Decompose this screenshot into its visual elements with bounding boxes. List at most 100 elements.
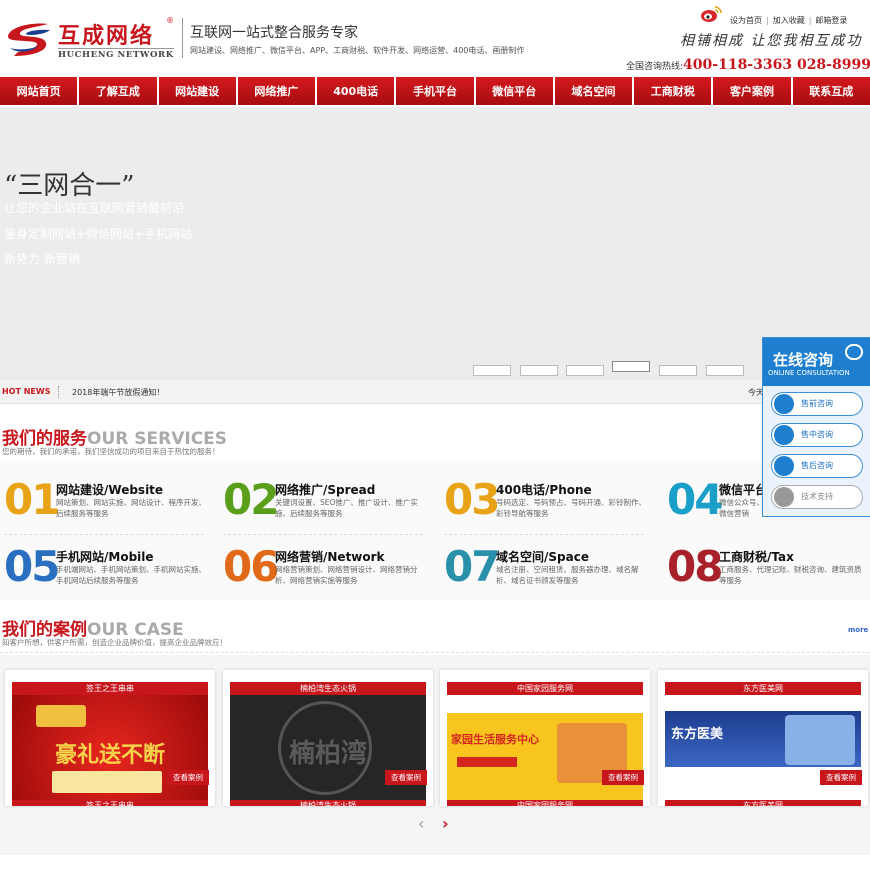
- view-case-button[interactable]: 查看案例: [385, 770, 427, 785]
- case-card[interactable]: 签王之王串串 豪礼送不断 查看案例 签王之王串串: [5, 670, 215, 806]
- presale-consult-button[interactable]: 售前咨询: [771, 392, 863, 416]
- add-favorite-link[interactable]: 加入收藏: [769, 16, 809, 25]
- news-separator: [58, 386, 59, 398]
- divider: [223, 534, 423, 535]
- hero-banner[interactable]: “三网合一” 让您的企业站在互联网营销最前沿 量身定制网站+微信网站+手机网站 …: [0, 107, 870, 380]
- banner-line-1: 让您的企业站在互联网营销最前沿: [4, 201, 185, 215]
- thumb-photo-shape: [785, 715, 855, 765]
- case-card[interactable]: 楠柏湾生态火锅 楠柏湾 查看案例 楠柏湾生态火锅: [223, 670, 433, 806]
- registered-mark: ®: [166, 16, 174, 25]
- thumb-price-shape: [52, 771, 162, 793]
- slide-dot-2[interactable]: [520, 365, 558, 376]
- nav-item-tax[interactable]: 工商财税: [634, 77, 712, 105]
- page: 互成网络 ® HUCHENG NETWORK 互联网一站式整合服务专家 网站建设…: [0, 0, 870, 870]
- case-subtitle: 知客户所想，供客户所需，创造企业品牌价值，提高企业品牌效应！: [2, 638, 227, 647]
- slogan-subtext: 网站建设、网络推广、微信平台、APP、工商财税、软件开发、网络运营、400电话、…: [190, 46, 525, 55]
- slogan: 互联网一站式整合服务专家: [190, 25, 358, 41]
- email-login-link[interactable]: 邮箱登录: [811, 16, 851, 25]
- case-card-title: 中国家园服务网: [447, 682, 643, 695]
- case-card-title: 东方医美网: [665, 682, 861, 695]
- service-item-website[interactable]: 01 网站建设/Website 网站策划、网站实施、网站设计、程序开发、后续服务…: [4, 475, 214, 531]
- service-desc: 域名注册、空间租赁、服务器办理、域名解析、域名证书颁发等服务: [496, 565, 639, 585]
- service-number: 07: [444, 542, 500, 591]
- weibo-icon[interactable]: [700, 5, 722, 23]
- service-number: 08: [667, 542, 723, 591]
- divider: [0, 652, 870, 653]
- service-desc: 关键词设置、SEO推广、推广设计、推广实施、后续服务等服务: [275, 498, 418, 518]
- nav-item-website[interactable]: 网站建设: [158, 77, 236, 105]
- next-arrow-icon[interactable]: ›: [442, 814, 449, 833]
- service-title: 网络推广/Spread: [275, 483, 376, 497]
- slide-dot-5[interactable]: [659, 365, 697, 376]
- consult-header: 在线咨询 ONLINE CONSULTATION: [763, 338, 870, 386]
- thumb-logo-shape: [36, 705, 86, 727]
- nav-item-mobile[interactable]: 手机平台: [396, 77, 474, 105]
- service-item-mobile[interactable]: 05 手机网站/Mobile 手机端网站、手机网站策划、手机网站实施、手机网站后…: [4, 542, 214, 598]
- nav-item-wechat[interactable]: 微信平台: [475, 77, 553, 105]
- service-item-wechat[interactable]: 04 微信平台 微信公众号、微信营销: [667, 475, 767, 531]
- logo-english: HUCHENG NETWORK: [58, 48, 174, 60]
- nav-item-cases[interactable]: 客户案例: [713, 77, 791, 105]
- set-homepage-link[interactable]: 设为首页: [726, 16, 766, 25]
- service-number: 06: [223, 542, 279, 591]
- logo-text: 互成网络: [58, 23, 155, 49]
- insale-consult-button[interactable]: 售中咨询: [771, 423, 863, 447]
- consult-title: 在线咨询: [773, 351, 834, 369]
- case-card-title: 签王之王串串: [12, 682, 208, 695]
- slide-dot-4-active[interactable]: [612, 361, 650, 372]
- chat-icon: [774, 425, 794, 445]
- service-item-space[interactable]: 07 域名空间/Space 域名注册、空间租赁、服务器办理、域名解析、域名证书颁…: [444, 542, 654, 598]
- service-title: 网络营销/Network: [275, 550, 385, 564]
- service-desc: 手机端网站、手机网站策划、手机网站实施、手机网站后续服务等服务: [56, 565, 206, 585]
- service-item-spread[interactable]: 02 网络推广/Spread 关键词设置、SEO推广、推广设计、推广实施、后续服…: [223, 475, 433, 531]
- services-subtitle: 您的期待，我们的承诺，我们坚信成功的项目来自于热忱的服务！: [2, 447, 220, 456]
- news-ticker: HOT NEWS 2018年端午节放假通知！ 今天: [0, 380, 870, 404]
- hotline-numbers: 400-118-3363 028-89993005: [683, 57, 870, 73]
- slide-dot-6[interactable]: [706, 365, 744, 376]
- tech-support-button[interactable]: 技术支持: [771, 485, 863, 509]
- top-links: 设为首页 | 加入收藏 | 邮箱登录: [726, 15, 851, 26]
- service-title: 域名空间/Space: [496, 550, 589, 564]
- case-card-caption: 中国家园服务网: [517, 801, 573, 806]
- case-card-caption: 签王之王串串: [86, 801, 134, 806]
- service-item-network[interactable]: 06 网络营销/Network 网络营销策划、网络营销设计、网络营销分析、网络营…: [223, 542, 433, 598]
- thumb-text: 家园生活服务中心: [451, 733, 539, 746]
- nav-item-home[interactable]: 网站首页: [0, 77, 78, 105]
- thumb-bar-shape: [457, 757, 517, 767]
- service-title: 400电话/Phone: [496, 483, 592, 497]
- chat-bubble-icon: [845, 344, 863, 360]
- thumb-text: 东方医美: [671, 727, 724, 742]
- consult-subtitle: ONLINE CONSULTATION: [768, 369, 850, 377]
- aftersale-consult-button[interactable]: 售后咨询: [771, 454, 863, 478]
- news-item[interactable]: 2018年端午节放假通知！: [72, 387, 164, 398]
- nav-item-400-phone[interactable]: 400电话: [317, 77, 395, 105]
- view-case-button[interactable]: 查看案例: [820, 770, 862, 785]
- divider: [4, 534, 204, 535]
- nav-item-promotion[interactable]: 网络推广: [237, 77, 316, 105]
- case-card[interactable]: 东方医美网 东方医美 查看案例 东方医美网: [658, 670, 868, 806]
- slide-dot-3[interactable]: [566, 365, 604, 376]
- prev-arrow-icon[interactable]: ‹: [418, 814, 424, 833]
- service-desc: 工商服务、代理记账、财税咨询、建筑资质等服务: [719, 565, 862, 585]
- case-card[interactable]: 中国家园服务网 家园生活服务中心 查看案例 中国家园服务网: [440, 670, 650, 806]
- divider: [444, 534, 644, 535]
- case-card-title: 楠柏湾生态火锅: [230, 682, 426, 695]
- hotline-label: 全国咨询热线:: [626, 62, 684, 72]
- more-link[interactable]: more: [848, 626, 868, 634]
- view-case-button[interactable]: 查看案例: [167, 770, 209, 785]
- consult-button-label: 售前咨询: [801, 399, 833, 408]
- service-item-phone[interactable]: 03 400电话/Phone 号码选定、号码预占、号码开通、彩铃制作、彩铃导航等…: [444, 475, 654, 531]
- case-card-caption: 东方医美网: [743, 801, 783, 806]
- nav-item-about[interactable]: 了解互成: [79, 77, 157, 105]
- chat-icon: [774, 394, 794, 414]
- slide-dot-1[interactable]: [473, 365, 511, 376]
- logo[interactable]: 互成网络 ® HUCHENG NETWORK: [4, 16, 176, 62]
- nav-item-domain[interactable]: 域名空间: [554, 77, 633, 105]
- service-number: 02: [223, 475, 279, 524]
- nav-item-contact[interactable]: 联系互成: [792, 77, 870, 105]
- service-desc: 号码选定、号码预占、号码开通、彩铃制作、彩铃导航等服务: [496, 498, 646, 518]
- view-case-button[interactable]: 查看案例: [602, 770, 644, 785]
- service-item-tax[interactable]: 08 工商财税/Tax 工商服务、代理记账、财税咨询、建筑资质等服务: [667, 542, 867, 598]
- thumb-text: 豪礼送不断: [54, 742, 165, 768]
- service-number: 01: [4, 475, 60, 524]
